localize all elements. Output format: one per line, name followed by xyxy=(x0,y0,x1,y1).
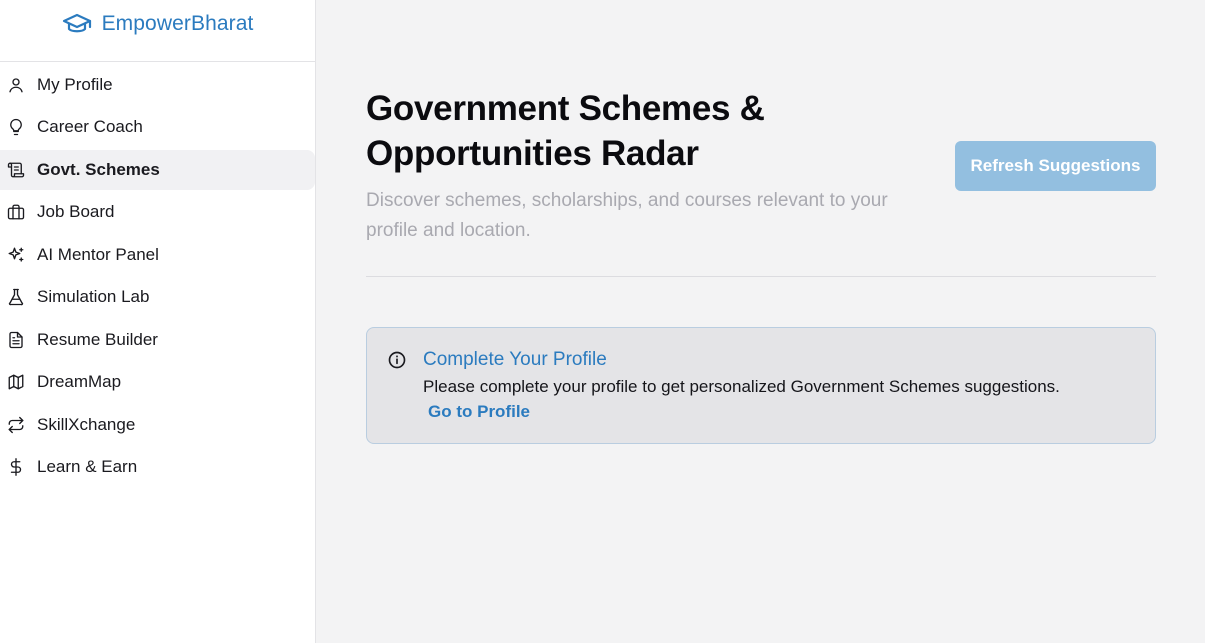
sidebar-item-skillxchange[interactable]: SkillXchange xyxy=(0,405,315,445)
sidebar-item-dreammap[interactable]: DreamMap xyxy=(0,362,315,402)
sidebar-item-label: Career Coach xyxy=(37,117,143,136)
sidebar-item-label: Govt. Schemes xyxy=(37,159,160,179)
main-content: Government Schemes & Opportunities Radar… xyxy=(316,0,1205,643)
page-subtitle: Discover schemes, scholarships, and cour… xyxy=(366,190,888,241)
sidebar-item-simulation-lab[interactable]: Simulation Lab xyxy=(0,277,315,317)
flask-icon xyxy=(6,287,26,307)
sparkles-icon xyxy=(6,245,26,265)
sidebar-item-learn-earn[interactable]: Learn & Earn xyxy=(0,447,315,487)
alert-text: Please complete your profile to get pers… xyxy=(423,377,1060,396)
alert-title: Complete Your Profile xyxy=(423,349,607,370)
sidebar-item-label: SkillXchange xyxy=(37,414,136,434)
sidebar-item-my-profile[interactable]: My Profile xyxy=(0,65,315,105)
sidebar-item-govt-schemes[interactable]: Govt. Schemes xyxy=(0,149,315,190)
sidebar-item-label: My Profile xyxy=(37,74,113,94)
sidebar-item-label: AI Mentor Panel xyxy=(37,244,159,264)
user-icon xyxy=(6,75,26,95)
sidebar: EmpowerBharat My Profile Career Coach Go… xyxy=(0,0,316,643)
scroll-icon xyxy=(6,160,26,180)
brand-header[interactable]: EmpowerBharat xyxy=(0,0,315,62)
brand-name: EmpowerBharat xyxy=(101,11,254,35)
app-root: EmpowerBharat My Profile Career Coach Go… xyxy=(0,0,1205,643)
divider xyxy=(366,276,1156,277)
lightbulb-icon xyxy=(6,117,26,137)
map-icon xyxy=(6,372,26,392)
sidebar-item-label: Job Board xyxy=(37,202,115,221)
document-icon xyxy=(6,330,26,350)
exchange-arrows-icon xyxy=(6,415,26,435)
complete-profile-alert: Complete Your Profile Please complete yo… xyxy=(366,327,1156,444)
info-icon xyxy=(387,350,407,370)
sidebar-item-ai-mentor-panel[interactable]: AI Mentor Panel xyxy=(0,235,315,275)
sidebar-item-label: Resume Builder xyxy=(37,329,158,349)
dollar-icon xyxy=(6,457,26,477)
sidebar-item-job-board[interactable]: Job Board xyxy=(0,192,315,232)
go-to-profile-link[interactable]: Go to Profile xyxy=(428,402,530,422)
sidebar-item-resume-builder[interactable]: Resume Builder xyxy=(0,320,315,360)
sidebar-item-career-coach[interactable]: Career Coach xyxy=(0,107,315,147)
header-text: Government Schemes & Opportunities Radar… xyxy=(366,86,926,246)
alert-body: Complete Your Profile Please complete yo… xyxy=(423,348,1060,443)
page-header: Government Schemes & Opportunities Radar… xyxy=(366,86,1156,246)
refresh-suggestions-button[interactable]: Refresh Suggestions xyxy=(955,141,1156,191)
sidebar-nav: My Profile Career Coach Govt. Schemes Jo… xyxy=(0,65,315,488)
briefcase-icon xyxy=(6,202,26,222)
page-title: Government Schemes & Opportunities Radar xyxy=(366,89,765,173)
sidebar-item-label: DreamMap xyxy=(37,372,122,391)
sidebar-item-label: Learn & Earn xyxy=(37,457,138,476)
sidebar-item-label: Simulation Lab xyxy=(37,287,150,306)
graduation-cap-icon xyxy=(62,12,92,36)
